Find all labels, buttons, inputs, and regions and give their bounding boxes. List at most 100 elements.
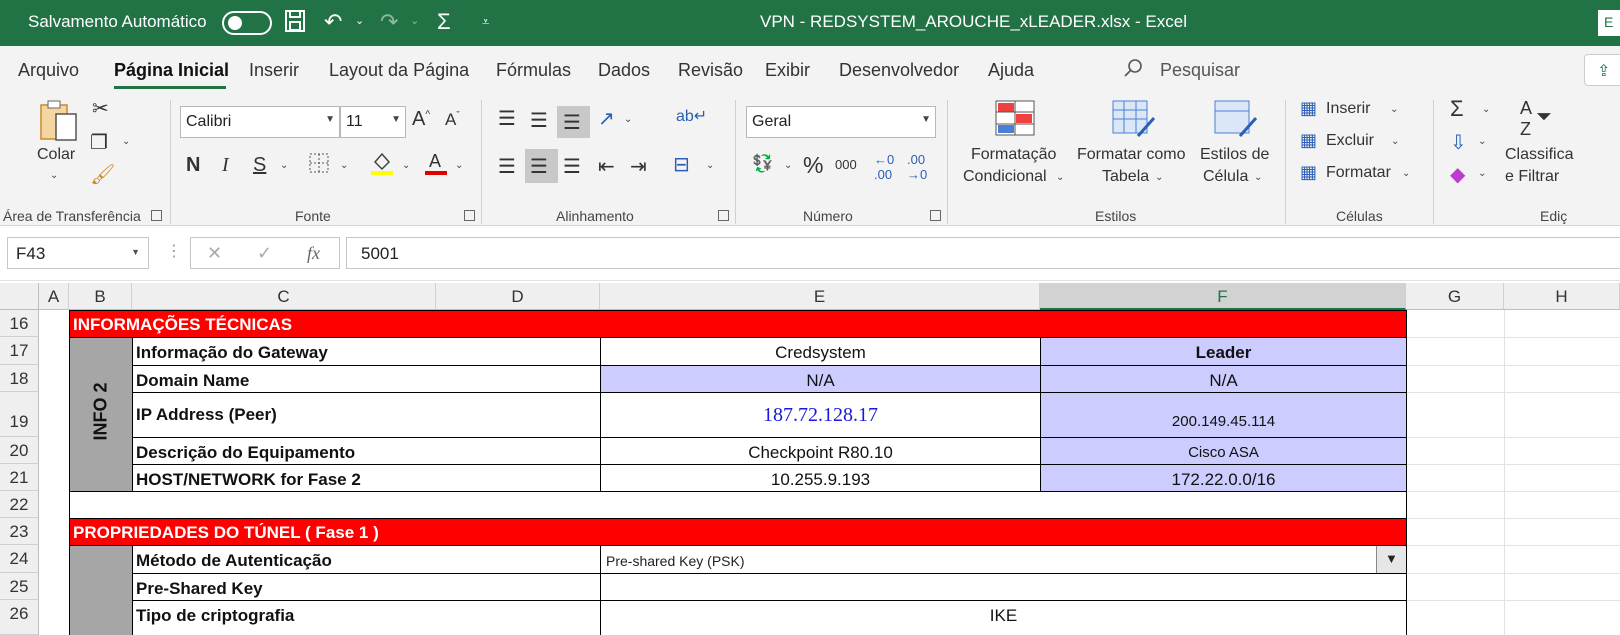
column-header-e[interactable]: E: [600, 283, 1040, 310]
auth-method-value[interactable]: Pre-shared Key (PSK): [600, 545, 1407, 574]
conditional-format-dropdown-icon[interactable]: ⌄: [1056, 172, 1064, 183]
currency-dropdown-icon[interactable]: ⌄: [784, 160, 792, 171]
format-cells-label[interactable]: Formatar: [1326, 164, 1391, 182]
format-as-table-dropdown-icon[interactable]: ⌄: [1155, 172, 1163, 183]
format-as-table-icon[interactable]: [1112, 100, 1156, 146]
merge-dropdown-icon[interactable]: ⌄: [706, 160, 714, 171]
label-ip-address[interactable]: IP Address (Peer): [132, 392, 601, 438]
select-all-corner[interactable]: [0, 283, 39, 310]
tab-desenvolvedor[interactable]: Desenvolvedor: [839, 60, 959, 81]
font-size-combo[interactable]: 11 ▼: [340, 106, 406, 138]
sort-filter-icon[interactable]: AZ: [1520, 98, 1532, 140]
column-header-h[interactable]: H: [1504, 283, 1620, 310]
number-launcher-icon[interactable]: [930, 210, 941, 221]
tab-layout-da-pagina[interactable]: Layout da Página: [329, 60, 469, 81]
row-header-21[interactable]: 21: [0, 464, 39, 491]
tab-dados[interactable]: Dados: [598, 60, 650, 81]
row-header-23[interactable]: 23: [0, 518, 39, 545]
wrap-text-icon[interactable]: ab↵: [676, 106, 707, 126]
font-color-icon[interactable]: A: [424, 150, 448, 182]
network-credsystem[interactable]: 10.255.9.193: [600, 464, 1041, 492]
number-format-combo[interactable]: Geral ▼: [746, 106, 936, 138]
delete-cells-icon[interactable]: ▦: [1300, 130, 1317, 151]
label-host-network[interactable]: HOST/NETWORK for Fase 2: [132, 464, 601, 492]
fill-dropdown-icon[interactable]: ⌄: [1478, 136, 1486, 147]
clear-dropdown-icon[interactable]: ⌄: [1478, 168, 1486, 179]
insert-function-icon[interactable]: fx: [307, 243, 320, 264]
increase-font-icon[interactable]: A^: [412, 108, 430, 131]
domain-credsystem[interactable]: N/A: [600, 365, 1041, 393]
format-as-table-label-1[interactable]: Formatar como: [1077, 146, 1185, 164]
autosum-dropdown-icon[interactable]: ⌄: [1482, 104, 1490, 115]
redo-icon[interactable]: ↷: [380, 9, 398, 35]
share-button[interactable]: ⇪: [1584, 54, 1620, 86]
delete-cells-dropdown-icon[interactable]: ⌄: [1391, 136, 1399, 147]
conditional-format-label-1[interactable]: Formatação: [971, 146, 1056, 164]
tab-inserir[interactable]: Inserir: [249, 60, 299, 81]
percent-icon[interactable]: %: [803, 152, 823, 179]
row-header-26[interactable]: 26: [0, 600, 39, 635]
borders-dropdown-icon[interactable]: ⌄: [340, 160, 348, 171]
paste-icon[interactable]: [38, 100, 80, 150]
search-icon[interactable]: [1122, 57, 1144, 79]
cell-styles-dropdown-icon[interactable]: ⌄: [1254, 172, 1262, 183]
format-as-table-label-2[interactable]: Tabela: [1102, 168, 1149, 186]
enter-icon[interactable]: ✓: [257, 243, 272, 264]
cell-styles-label-2[interactable]: Célula: [1203, 168, 1248, 186]
row-header-19[interactable]: 19: [0, 392, 39, 437]
delete-cells-label[interactable]: Excluir: [1326, 132, 1374, 150]
section-header-technical-info[interactable]: INFORMAÇÕES TÉCNICAS: [69, 310, 1407, 338]
section-header-tunnel-properties[interactable]: PROPRIEDADES DO TÚNEL ( Fase 1 ): [69, 518, 1407, 546]
label-domain-name[interactable]: Domain Name: [132, 365, 601, 393]
blank-row[interactable]: [69, 491, 1407, 519]
insert-cells-dropdown-icon[interactable]: ⌄: [1390, 104, 1398, 115]
decrease-indent-icon[interactable]: ⇤: [598, 154, 615, 179]
currency-icon[interactable]: 💱: [752, 154, 773, 174]
sort-filter-label-1[interactable]: Classifica: [1505, 146, 1573, 164]
borders-icon[interactable]: [308, 152, 330, 180]
fill-color-dropdown-icon[interactable]: ⌄: [402, 160, 410, 171]
row-header-17[interactable]: 17: [0, 337, 39, 365]
cut-icon[interactable]: ✂: [92, 96, 109, 121]
font-name-combo[interactable]: Calibri ▼: [180, 106, 340, 138]
customize-toolbar-icon[interactable]: ⩡: [482, 14, 489, 30]
column-header-b[interactable]: B: [69, 283, 132, 310]
column-header-d[interactable]: D: [436, 283, 600, 310]
autosum-ribbon-icon[interactable]: Σ: [1450, 96, 1464, 122]
label-auth-method[interactable]: Método de Autenticação: [132, 545, 601, 574]
tab-revisao[interactable]: Revisão: [678, 60, 743, 81]
label-gateway-info[interactable]: Informação do Gateway: [132, 337, 601, 366]
paste-button-label[interactable]: Colar: [37, 146, 75, 164]
decrease-font-icon[interactable]: Aˇ: [445, 110, 460, 130]
cell-styles-icon[interactable]: [1214, 100, 1258, 146]
format-painter-icon[interactable]: 🖌: [90, 162, 115, 187]
cancel-icon[interactable]: ✕: [207, 243, 222, 264]
orientation-icon[interactable]: ↗: [598, 106, 615, 131]
save-icon[interactable]: [284, 9, 306, 39]
row-header-20[interactable]: 20: [0, 437, 39, 464]
align-center-icon[interactable]: ☰: [530, 154, 548, 179]
copy-icon[interactable]: ❐: [90, 130, 108, 155]
network-leader[interactable]: 172.22.0.0/16: [1040, 464, 1407, 492]
gateway-credsystem[interactable]: Credsystem: [600, 337, 1041, 366]
domain-leader[interactable]: N/A: [1040, 365, 1407, 393]
undo-icon[interactable]: ↶: [324, 9, 342, 35]
alignment-launcher-icon[interactable]: [718, 210, 729, 221]
orientation-dropdown-icon[interactable]: ⌄: [624, 114, 632, 125]
column-header-a[interactable]: A: [39, 283, 69, 310]
row-header-18[interactable]: 18: [0, 365, 39, 392]
row-header-16[interactable]: 16: [0, 310, 39, 337]
encryption-type-value[interactable]: IKE: [600, 600, 1407, 635]
underline-dropdown-icon[interactable]: ⌄: [280, 160, 288, 171]
align-top-icon[interactable]: ☰: [498, 106, 516, 131]
row-header-22[interactable]: 22: [0, 491, 39, 518]
autosum-icon[interactable]: Σ: [437, 9, 451, 35]
bold-button[interactable]: N: [186, 154, 200, 177]
paste-dropdown-icon[interactable]: ⌄: [50, 170, 58, 181]
insert-cells-icon[interactable]: ▦: [1300, 98, 1317, 119]
align-right-icon[interactable]: ☰: [563, 154, 581, 179]
redo-dropdown-icon[interactable]: ⌄: [410, 14, 419, 27]
row-header-25[interactable]: 25: [0, 573, 39, 600]
increase-decimal-icon[interactable]: ←0.00: [874, 152, 894, 182]
thousands-icon[interactable]: 000: [835, 157, 857, 172]
